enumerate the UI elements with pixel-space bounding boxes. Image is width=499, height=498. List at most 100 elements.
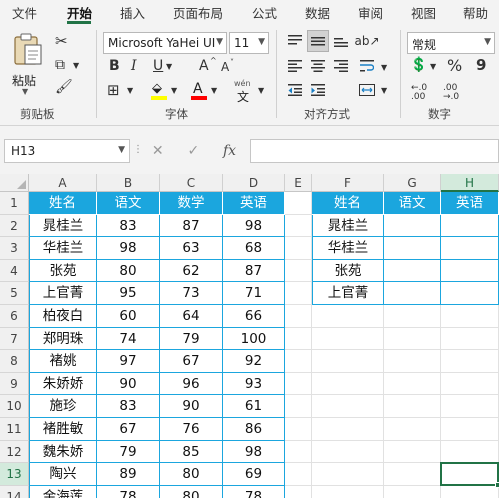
text-orientation-button[interactable]: ab↗ [354,30,379,52]
align-center-button[interactable] [307,55,329,77]
row-header-13[interactable]: 13 [0,463,29,486]
font-size-select[interactable]: 11 ▼ [229,32,269,54]
cell-c8[interactable]: 67 [160,350,223,373]
cell-h14[interactable] [441,485,499,498]
underline-button[interactable]: U [153,59,163,73]
tab-help[interactable]: 帮助 [463,3,488,22]
cell-c1[interactable]: 数学 [160,192,223,215]
cell-g5[interactable] [384,282,441,305]
currency-icon[interactable]: 💲 [410,58,427,72]
column-header-c[interactable]: C [160,174,223,192]
column-header-g[interactable]: G [384,174,441,192]
chevron-down-icon[interactable]: ▼ [381,64,387,72]
cell-f7[interactable] [312,327,384,351]
tab-view[interactable]: 视图 [411,3,436,22]
cell-c11[interactable]: 76 [160,418,223,441]
chevron-down-icon[interactable]: ▼ [430,63,436,71]
bold-button[interactable]: B [109,59,120,73]
align-bottom-button[interactable] [330,30,352,52]
cell-b11[interactable]: 67 [97,418,160,441]
cell-a8[interactable]: 褚姚 [29,350,97,373]
cell-h2[interactable] [441,214,499,238]
cell-g10[interactable] [384,395,441,418]
cell-a5[interactable]: 上官菁 [29,282,97,305]
cell-a7[interactable]: 郑明珠 [29,327,97,351]
cell-b2[interactable]: 83 [97,214,160,238]
number-format-select[interactable]: 常规 ▼ [407,32,495,54]
cell-b14[interactable]: 78 [97,485,160,498]
column-header-d[interactable]: D [223,174,285,192]
tab-data[interactable]: 数据 [305,3,330,22]
column-header-f[interactable]: F [312,174,384,192]
cell-d4[interactable]: 87 [223,259,285,283]
cell-h12[interactable] [441,440,499,464]
row-header-6[interactable]: 6 [0,305,29,328]
confirm-icon[interactable]: ✓ [187,143,199,159]
chevron-down-icon[interactable]: ▼ [171,87,177,95]
cell-a3[interactable]: 华桂兰 [29,237,97,260]
cell-f3[interactable]: 华桂兰 [312,237,384,260]
cell-e14[interactable] [285,485,312,498]
cell-d3[interactable]: 68 [223,237,285,260]
column-header-a[interactable]: A [29,174,97,192]
cell-b5[interactable]: 95 [97,282,160,305]
row-header-10[interactable]: 10 [0,395,29,418]
format-painter-icon[interactable]: 🖌 [55,80,73,94]
tab-file[interactable]: 文件 [12,3,37,22]
cell-g13[interactable] [384,463,441,486]
cell-g1[interactable]: 语文 [384,192,441,215]
cell-c6[interactable]: 64 [160,305,223,328]
tab-page-layout[interactable]: 页面布局 [173,3,223,22]
tab-insert[interactable]: 插入 [120,3,145,22]
cell-a12[interactable]: 魏朱娇 [29,440,97,464]
cell-e7[interactable] [285,327,312,351]
cell-d14[interactable]: 78 [223,485,285,498]
cell-h4[interactable] [441,259,499,283]
font-grow-button[interactable]: A [199,59,209,73]
cell-d1[interactable]: 英语 [223,192,285,215]
cell-g11[interactable] [384,418,441,441]
chevron-down-icon[interactable]: ▼ [211,87,217,95]
chevron-down-icon[interactable]: ▼ [166,63,172,71]
formula-input[interactable] [250,139,499,163]
column-header-e[interactable]: E [285,174,312,192]
row-header-4[interactable]: 4 [0,259,29,283]
cell-e6[interactable] [285,305,312,328]
cell-d5[interactable]: 71 [223,282,285,305]
row-header-12[interactable]: 12 [0,440,29,464]
cell-e9[interactable] [285,372,312,396]
cell-d9[interactable]: 93 [223,372,285,396]
cell-a2[interactable]: 晁桂兰 [29,214,97,238]
cell-d8[interactable]: 92 [223,350,285,373]
cell-e3[interactable] [285,237,312,260]
cell-c4[interactable]: 62 [160,259,223,283]
cell-c3[interactable]: 63 [160,237,223,260]
cell-a13[interactable]: 陶兴 [29,463,97,486]
decrease-indent-button[interactable] [284,79,306,101]
cell-g8[interactable] [384,350,441,373]
cell-h11[interactable] [441,418,499,441]
font-shrink-button[interactable]: A [221,61,229,73]
cell-h5[interactable] [441,282,499,305]
cell-c7[interactable]: 79 [160,327,223,351]
cell-a14[interactable]: 金海莲 [29,485,97,498]
cell-a9[interactable]: 朱娇娇 [29,372,97,396]
cell-e10[interactable] [285,395,312,418]
cell-g6[interactable] [384,305,441,328]
cell-h8[interactable] [441,350,499,373]
row-header-3[interactable]: 3 [0,237,29,260]
cell-e2[interactable] [285,214,312,238]
cell-b10[interactable]: 83 [97,395,160,418]
cut-icon[interactable]: ✂ [55,34,68,49]
comma-style-button[interactable]: 9 [476,58,486,73]
cell-d13[interactable]: 69 [223,463,285,486]
row-header-8[interactable]: 8 [0,350,29,373]
cell-e11[interactable] [285,418,312,441]
cell-d7[interactable]: 100 [223,327,285,351]
cell-f9[interactable] [312,372,384,396]
select-all-button[interactable] [0,174,29,192]
cell-e13[interactable] [285,463,312,486]
cell-d10[interactable]: 61 [223,395,285,418]
cell-a1[interactable]: 姓名 [29,192,97,215]
cell-c5[interactable]: 73 [160,282,223,305]
